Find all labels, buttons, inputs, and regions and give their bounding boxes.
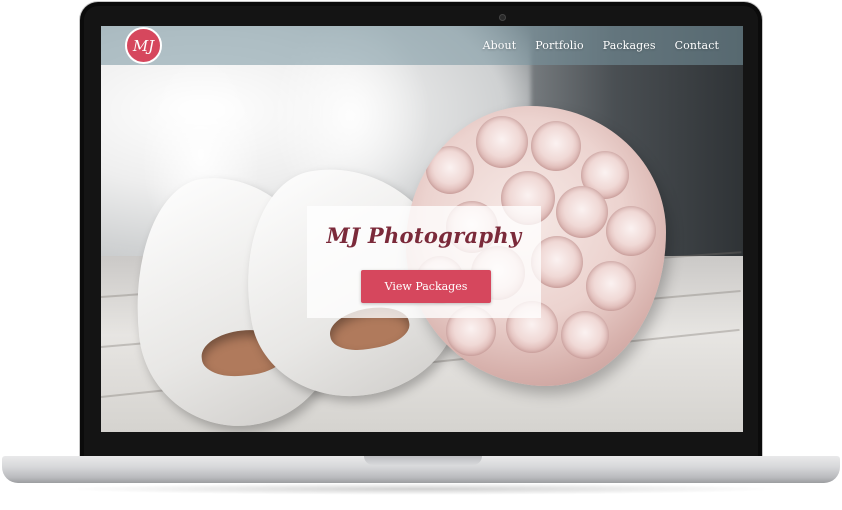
view-packages-button[interactable]: View Packages: [361, 270, 491, 303]
rose: [426, 146, 474, 194]
nav-link-contact[interactable]: Contact: [675, 39, 719, 52]
webcam-icon: [499, 14, 506, 21]
hero-card: MJ Photography View Packages: [307, 206, 541, 318]
laptop-base: [2, 456, 840, 483]
rose: [561, 311, 609, 359]
website-screen: MJ About Portfolio Packages Contact MJ P…: [101, 26, 743, 432]
rose: [476, 116, 528, 168]
nav-link-about[interactable]: About: [483, 39, 517, 52]
hero-title: MJ Photography: [326, 223, 522, 248]
rose: [531, 121, 581, 171]
rose: [556, 186, 608, 238]
nav-links: About Portfolio Packages Contact: [464, 26, 719, 65]
logo-text: MJ: [132, 36, 155, 55]
laptop-shadow: [60, 483, 782, 495]
rose: [606, 206, 656, 256]
mj-logo[interactable]: MJ: [125, 27, 162, 64]
top-navigation-bar: MJ About Portfolio Packages Contact: [101, 26, 743, 65]
rose: [586, 261, 636, 311]
nav-link-portfolio[interactable]: Portfolio: [535, 39, 584, 52]
nav-link-packages[interactable]: Packages: [603, 39, 656, 52]
laptop-notch: [364, 456, 482, 465]
